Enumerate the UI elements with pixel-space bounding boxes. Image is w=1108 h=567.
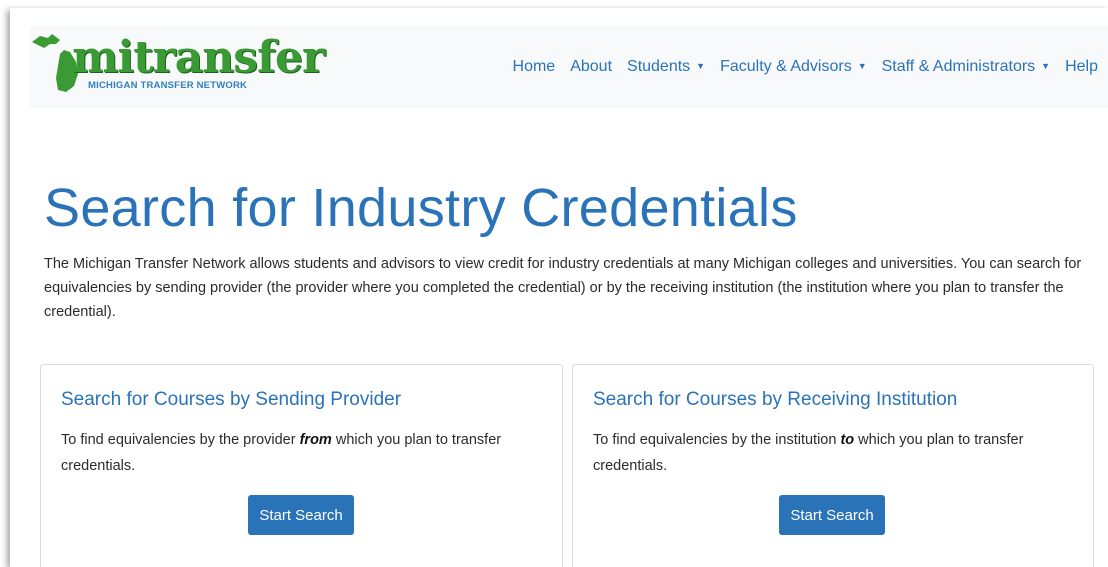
mitransfer-logo[interactable]: mitransfer MICHIGAN TRANSFER NETWORK [30, 32, 325, 102]
nav-faculty-advisors-label: Faculty & Advisors [720, 58, 852, 75]
nav-staff-administrators[interactable]: Staff & Administrators ▼ [882, 58, 1050, 76]
card-title: Search for Courses by Sending Provider [61, 389, 402, 410]
main-nav: Home About Students ▼ Faculty & Advisors ▼… [498, 26, 1098, 108]
nav-about[interactable]: About [570, 58, 612, 76]
caret-down-icon: ▼ [1041, 61, 1051, 71]
page-title: Search for Industry Credentials [44, 178, 798, 238]
logo-wordmark: mitransfer [72, 32, 325, 83]
start-search-sending-button[interactable]: Start Search [248, 495, 354, 535]
card-description: To find equivalencies by the provider fr… [61, 427, 541, 479]
caret-down-icon: ▼ [857, 61, 867, 71]
nav-home-label: Home [512, 58, 556, 75]
page-intro: The Michigan Transfer Network allows stu… [44, 256, 1082, 320]
nav-about-label: About [570, 58, 613, 75]
nav-help[interactable]: Help [1065, 58, 1098, 76]
logo-subtitle: MICHIGAN TRANSFER NETWORK [88, 80, 248, 91]
caret-down-icon: ▼ [696, 61, 706, 71]
card-text-emphasis: to [840, 432, 855, 448]
nav-students-label: Students [627, 58, 691, 75]
nav-staff-administrators-label: Staff & Administrators [881, 58, 1036, 75]
card-description: To find equivalencies by the institution… [593, 427, 1073, 479]
card-text-before: To find equivalencies by the provider [61, 432, 300, 448]
sending-provider-card: Search for Courses by Sending Provider T… [40, 364, 563, 567]
card-text-emphasis: from [299, 432, 332, 448]
nav-home[interactable]: Home [513, 58, 556, 76]
top-navbar: mitransfer MICHIGAN TRANSFER NETWORK Hom… [30, 26, 1108, 108]
card-text-before: To find equivalencies by the institution [593, 432, 841, 448]
card-title: Search for Courses by Receiving Institut… [593, 389, 958, 410]
receiving-institution-card: Search for Courses by Receiving Institut… [572, 364, 1094, 567]
browser-page: mitransfer MICHIGAN TRANSFER NETWORK Hom… [10, 8, 1108, 567]
start-search-receiving-button[interactable]: Start Search [779, 495, 885, 535]
nav-help-label: Help [1065, 58, 1098, 75]
nav-students[interactable]: Students ▼ [627, 58, 705, 76]
nav-faculty-advisors[interactable]: Faculty & Advisors ▼ [720, 58, 867, 76]
